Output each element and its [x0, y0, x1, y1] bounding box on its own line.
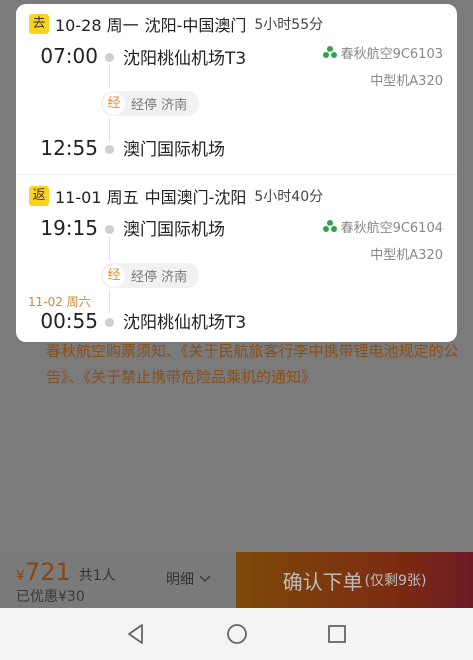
segment-route: 沈阳-中国澳门: [144, 16, 247, 35]
price-summary: ¥ 721 共1人 已优惠¥30: [16, 558, 116, 606]
arrive-dot: [105, 145, 114, 154]
return-segment: 返 11-01 周五 中国澳门-沈阳 5小时40分 19:15 澳门国际机场 经…: [16, 176, 457, 342]
stopover-text: 经停 济南: [131, 98, 188, 113]
segment-divider: [16, 174, 457, 175]
passenger-count: 共1人: [78, 568, 116, 584]
flight-detail-popup: 去 10-28 周一 沈阳-中国澳门 5小时55分 07:00 沈阳桃仙机场T3…: [16, 4, 457, 342]
return-tag: 返: [29, 186, 49, 206]
depart-airport: 沈阳桃仙机场T3: [123, 49, 247, 69]
segment-duration: 5小时40分: [254, 189, 324, 205]
chevron-down-icon: [199, 575, 211, 583]
segment-date: 11-01 周五: [55, 188, 139, 207]
arrive-airport: 沈阳桃仙机场T3: [123, 313, 247, 333]
route-line: [109, 290, 110, 314]
airline-info: 春秋航空9C6103 中型机A320: [322, 43, 443, 89]
segment-route: 中国澳门-沈阳: [144, 188, 247, 207]
outbound-tag: 去: [29, 14, 49, 34]
outbound-segment: 去 10-28 周一 沈阳-中国澳门 5小时55分 07:00 沈阳桃仙机场T3…: [16, 4, 457, 174]
segment-date: 10-28 周一: [55, 16, 139, 35]
stopover-pill: 经 经停 济南: [101, 263, 199, 288]
stopover-badge: 经: [103, 264, 125, 287]
discount-text: 已优惠¥30: [16, 589, 85, 605]
segment-duration: 5小时55分: [254, 17, 324, 33]
spring-airlines-logo-icon: [322, 219, 337, 232]
arrive-airport: 澳门国际机场: [123, 140, 225, 160]
airline-info: 春秋航空9C6104 中型机A320: [322, 217, 443, 263]
total-price: 721: [24, 558, 71, 586]
arrive-time: 12:55: [40, 136, 98, 160]
airline-flight-number: 春秋航空9C6103: [340, 47, 443, 62]
arrive-next-day-note: 11-02 周六: [28, 295, 91, 309]
system-navigation-bar: [0, 608, 473, 660]
route-line: [109, 64, 110, 88]
stopover-text: 经停 济南: [131, 270, 188, 285]
airline-flight-number: 春秋航空9C6104: [340, 221, 443, 236]
recent-square-icon[interactable]: [325, 622, 349, 646]
aircraft-type: 中型机A320: [370, 248, 443, 263]
price-detail-label: 明细: [166, 572, 194, 588]
spring-airlines-logo-icon: [322, 45, 337, 58]
price-detail-button[interactable]: 明细: [166, 569, 212, 589]
route-line: [109, 236, 110, 260]
back-triangle-icon[interactable]: [124, 622, 148, 646]
stopover-badge: 经: [103, 92, 125, 115]
purchase-notice-text[interactable]: 春秋航空购票须知、《关于民航旅客行李中携带锂电池规定的公告》、《关于禁止携带危险…: [46, 338, 461, 390]
depart-dot: [105, 53, 114, 62]
aircraft-type: 中型机A320: [370, 74, 443, 89]
order-bar: ¥ 721 共1人 已优惠¥30 明细 确认下单 (仅剩9张): [0, 552, 473, 608]
home-circle-icon[interactable]: [225, 622, 249, 646]
arrive-time: 00:55: [40, 309, 98, 333]
confirm-order-button[interactable]: 确认下单 (仅剩9张): [236, 552, 473, 608]
depart-dot: [105, 225, 114, 234]
depart-airport: 澳门国际机场: [123, 220, 225, 240]
route-line: [109, 118, 110, 142]
segment-header: 返 11-01 周五 中国澳门-沈阳 5小时40分: [29, 185, 323, 207]
remaining-seats-label: (仅剩9张): [364, 573, 427, 589]
depart-time: 07:00: [40, 44, 98, 68]
depart-time: 19:15: [40, 216, 98, 240]
confirm-order-label: 确认下单: [282, 569, 363, 594]
stopover-pill: 经 经停 济南: [101, 91, 199, 116]
currency-symbol: ¥: [16, 568, 25, 584]
arrive-dot: [105, 318, 114, 327]
segment-header: 去 10-28 周一 沈阳-中国澳门 5小时55分: [29, 13, 323, 35]
